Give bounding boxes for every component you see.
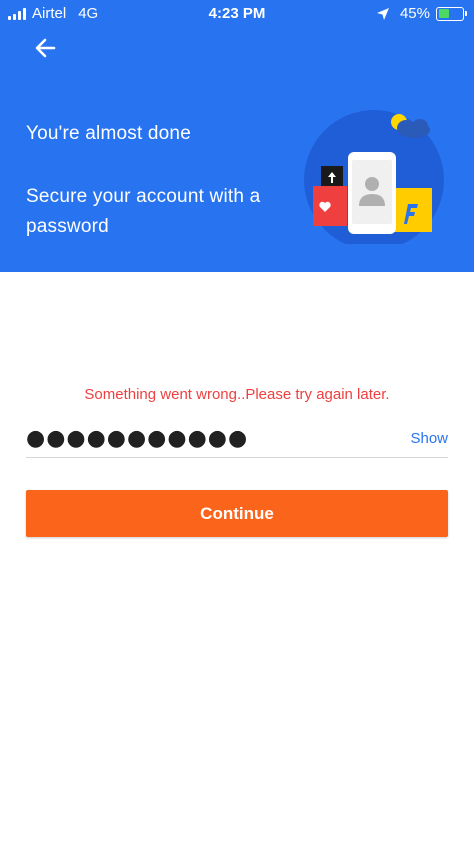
battery-icon bbox=[436, 6, 467, 21]
status-bar: Airtel 4G 4:23 PM 45% bbox=[0, 0, 474, 28]
password-input[interactable] bbox=[26, 422, 386, 454]
continue-button[interactable]: Continue bbox=[26, 490, 448, 537]
back-button[interactable] bbox=[30, 34, 60, 62]
battery-percent: 45% bbox=[399, 5, 430, 22]
show-password-toggle[interactable]: Show bbox=[410, 430, 448, 447]
battery-level-fill bbox=[438, 9, 449, 18]
page-subtitle: Secure your account with a password bbox=[26, 186, 261, 237]
password-underline bbox=[26, 457, 448, 458]
location-arrow-icon bbox=[376, 7, 389, 20]
page-title: You're almost done bbox=[26, 123, 191, 144]
account-security-illustration bbox=[304, 110, 444, 244]
status-right: 45% bbox=[376, 5, 467, 22]
battery-tip bbox=[464, 11, 467, 16]
password-field-row: Show bbox=[26, 422, 448, 458]
arrow-left-icon bbox=[35, 38, 56, 58]
error-message: Something went wrong..Please try again l… bbox=[84, 386, 390, 403]
header: Airtel 4G 4:23 PM 45% You're almost done… bbox=[0, 0, 474, 272]
